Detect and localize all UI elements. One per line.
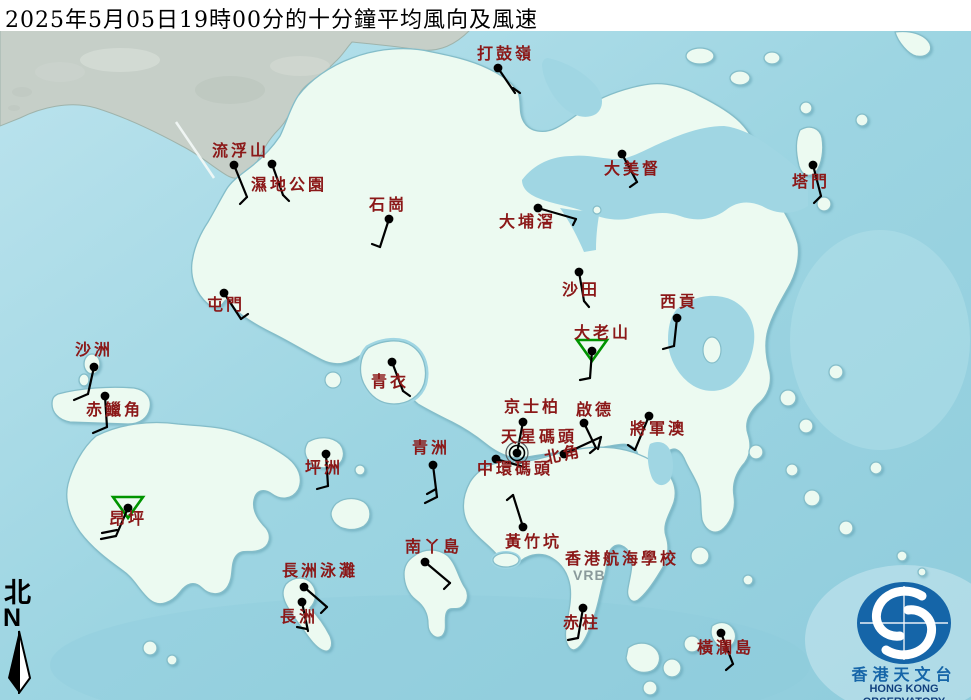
station-dot [385,215,394,224]
station-dot [494,64,503,73]
wind-station-sai-kung [663,314,681,349]
station-dot [300,583,309,592]
wind-station-kai-tak [580,419,596,453]
station-dot [673,314,682,323]
wind-station-tai-po-kau [534,204,576,225]
wind-station-star-ferry [506,442,528,464]
station-dot [580,419,589,428]
station-dot [519,418,528,427]
wind-station-lau-fau-shan [230,161,247,204]
station-dot [124,504,133,513]
wind-station-lamma-island [421,558,450,589]
wind-station-tap-mun [809,161,821,203]
wind-station-sha-tin [575,268,589,307]
wind-station-waglan-island [717,629,733,670]
station-dot [421,558,430,567]
station-dot [579,604,588,613]
wind-station-stanley [568,604,587,640]
station-dot [618,150,627,159]
north-arrow-icon [2,630,38,694]
hko-logo-icon [838,580,970,666]
station-dot [220,289,229,298]
north-compass: 北 N [2,580,42,694]
wind-station-peng-chau [317,450,330,489]
wind-map-page: 打鼓嶺流浮山濕地公園石崗大美督塔門大埔滘沙田西貢大老山屯門沙洲赤鱲角青衣京士柏啟… [0,0,971,700]
wind-station-wetland-park [268,160,289,201]
station-dot [90,363,99,372]
station-dot [588,347,597,356]
page-title: 2025年5月05日19時00分的十分鐘平均風向及風速 [5,2,538,34]
station-dot [298,598,307,607]
station-dot [101,392,110,401]
station-dot [534,204,543,213]
wind-station-tates-cairn [577,340,607,380]
wind-station-green-island [425,461,437,503]
wind-station-wong-chuk-hang [507,495,527,531]
title-bar: 2025年5月05日19時00分的十分鐘平均風向及風速 [0,0,971,31]
station-dot [560,450,569,459]
station-dot [717,629,726,638]
wind-station-chek-lap-kok [93,392,109,433]
station-dot [575,268,584,277]
north-chinese-label: 北 [4,580,42,607]
wind-station-tuen-mun [220,289,248,319]
station-dot [322,450,331,459]
wind-station-sha-chau [74,363,98,400]
wind-station-tai-mei-tuk [618,150,637,187]
wind-station-ngong-ping [101,497,143,539]
wind-station-ta-kwu-ling [494,64,520,93]
wind-station-shek-kong [372,215,393,247]
hko-logo-chinese: 香港天文台 [838,667,970,683]
wind-barb-layer [0,0,971,700]
hko-logo: 香港天文台 HONG KONG OBSERVATORY [838,580,970,700]
station-dot [230,161,239,170]
station-dot [388,358,397,367]
station-dot [645,412,654,421]
wind-station-tseung-kwan-o [628,412,653,450]
station-dot [268,160,277,169]
wind-station-tsing-yi [388,358,410,396]
station-dot [513,449,522,458]
station-dot [492,455,501,464]
north-letter-label: N [3,607,42,630]
station-dot [519,523,528,532]
station-dot [809,161,818,170]
wind-station-cheung-chau [297,598,308,631]
hko-logo-english: HONG KONG OBSERVATORY [838,683,970,700]
station-dot [429,461,438,470]
